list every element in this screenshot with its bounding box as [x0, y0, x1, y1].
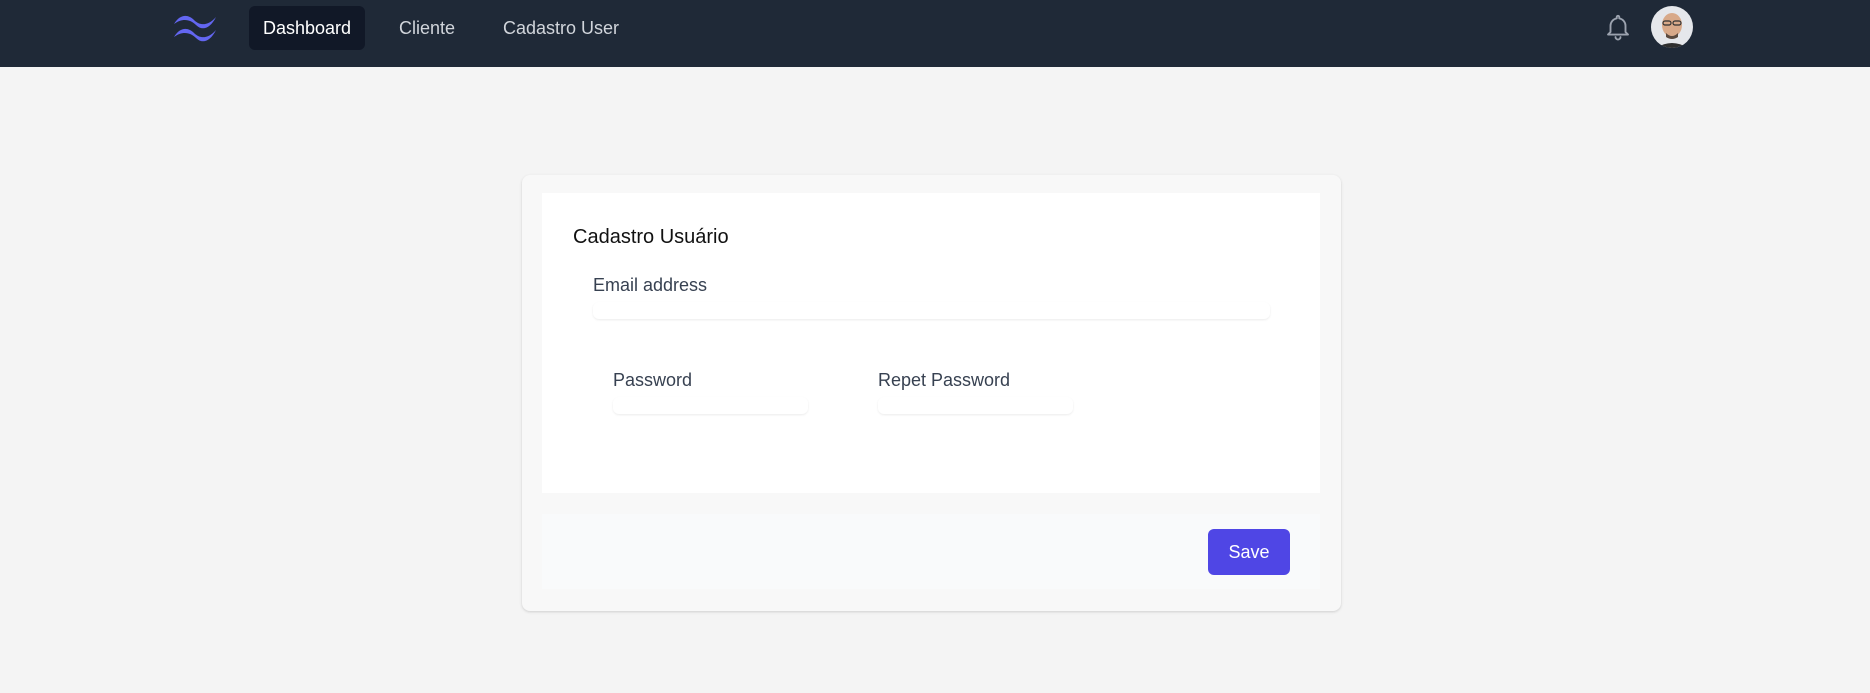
- user-registration-card: Cadastro Usuário Email address Password …: [522, 175, 1341, 611]
- user-avatar[interactable]: [1651, 6, 1693, 48]
- form-title: Cadastro Usuário: [573, 226, 729, 248]
- top-navbar: Dashboard Cliente Cadastro User: [0, 0, 1870, 67]
- password-label: Password: [613, 370, 693, 390]
- avatar-image: [1651, 6, 1693, 48]
- form-footer: Save: [542, 514, 1320, 589]
- email-input[interactable]: [593, 302, 1270, 319]
- bell-icon[interactable]: [1603, 12, 1633, 42]
- form-body: Cadastro Usuário Email address Password …: [542, 193, 1320, 493]
- email-label: Email address: [593, 275, 708, 295]
- nav-link-cliente[interactable]: Cliente: [385, 6, 469, 50]
- nav-link-dashboard[interactable]: Dashboard: [249, 6, 366, 50]
- repeat-password-label: Repet Password: [878, 370, 1011, 390]
- password-input[interactable]: [613, 397, 808, 414]
- nav-link-cadastro-user[interactable]: Cadastro User: [489, 6, 633, 50]
- save-button[interactable]: Save: [1208, 529, 1290, 575]
- repeat-password-input[interactable]: [878, 397, 1073, 414]
- tailwind-logo-icon[interactable]: [170, 12, 220, 44]
